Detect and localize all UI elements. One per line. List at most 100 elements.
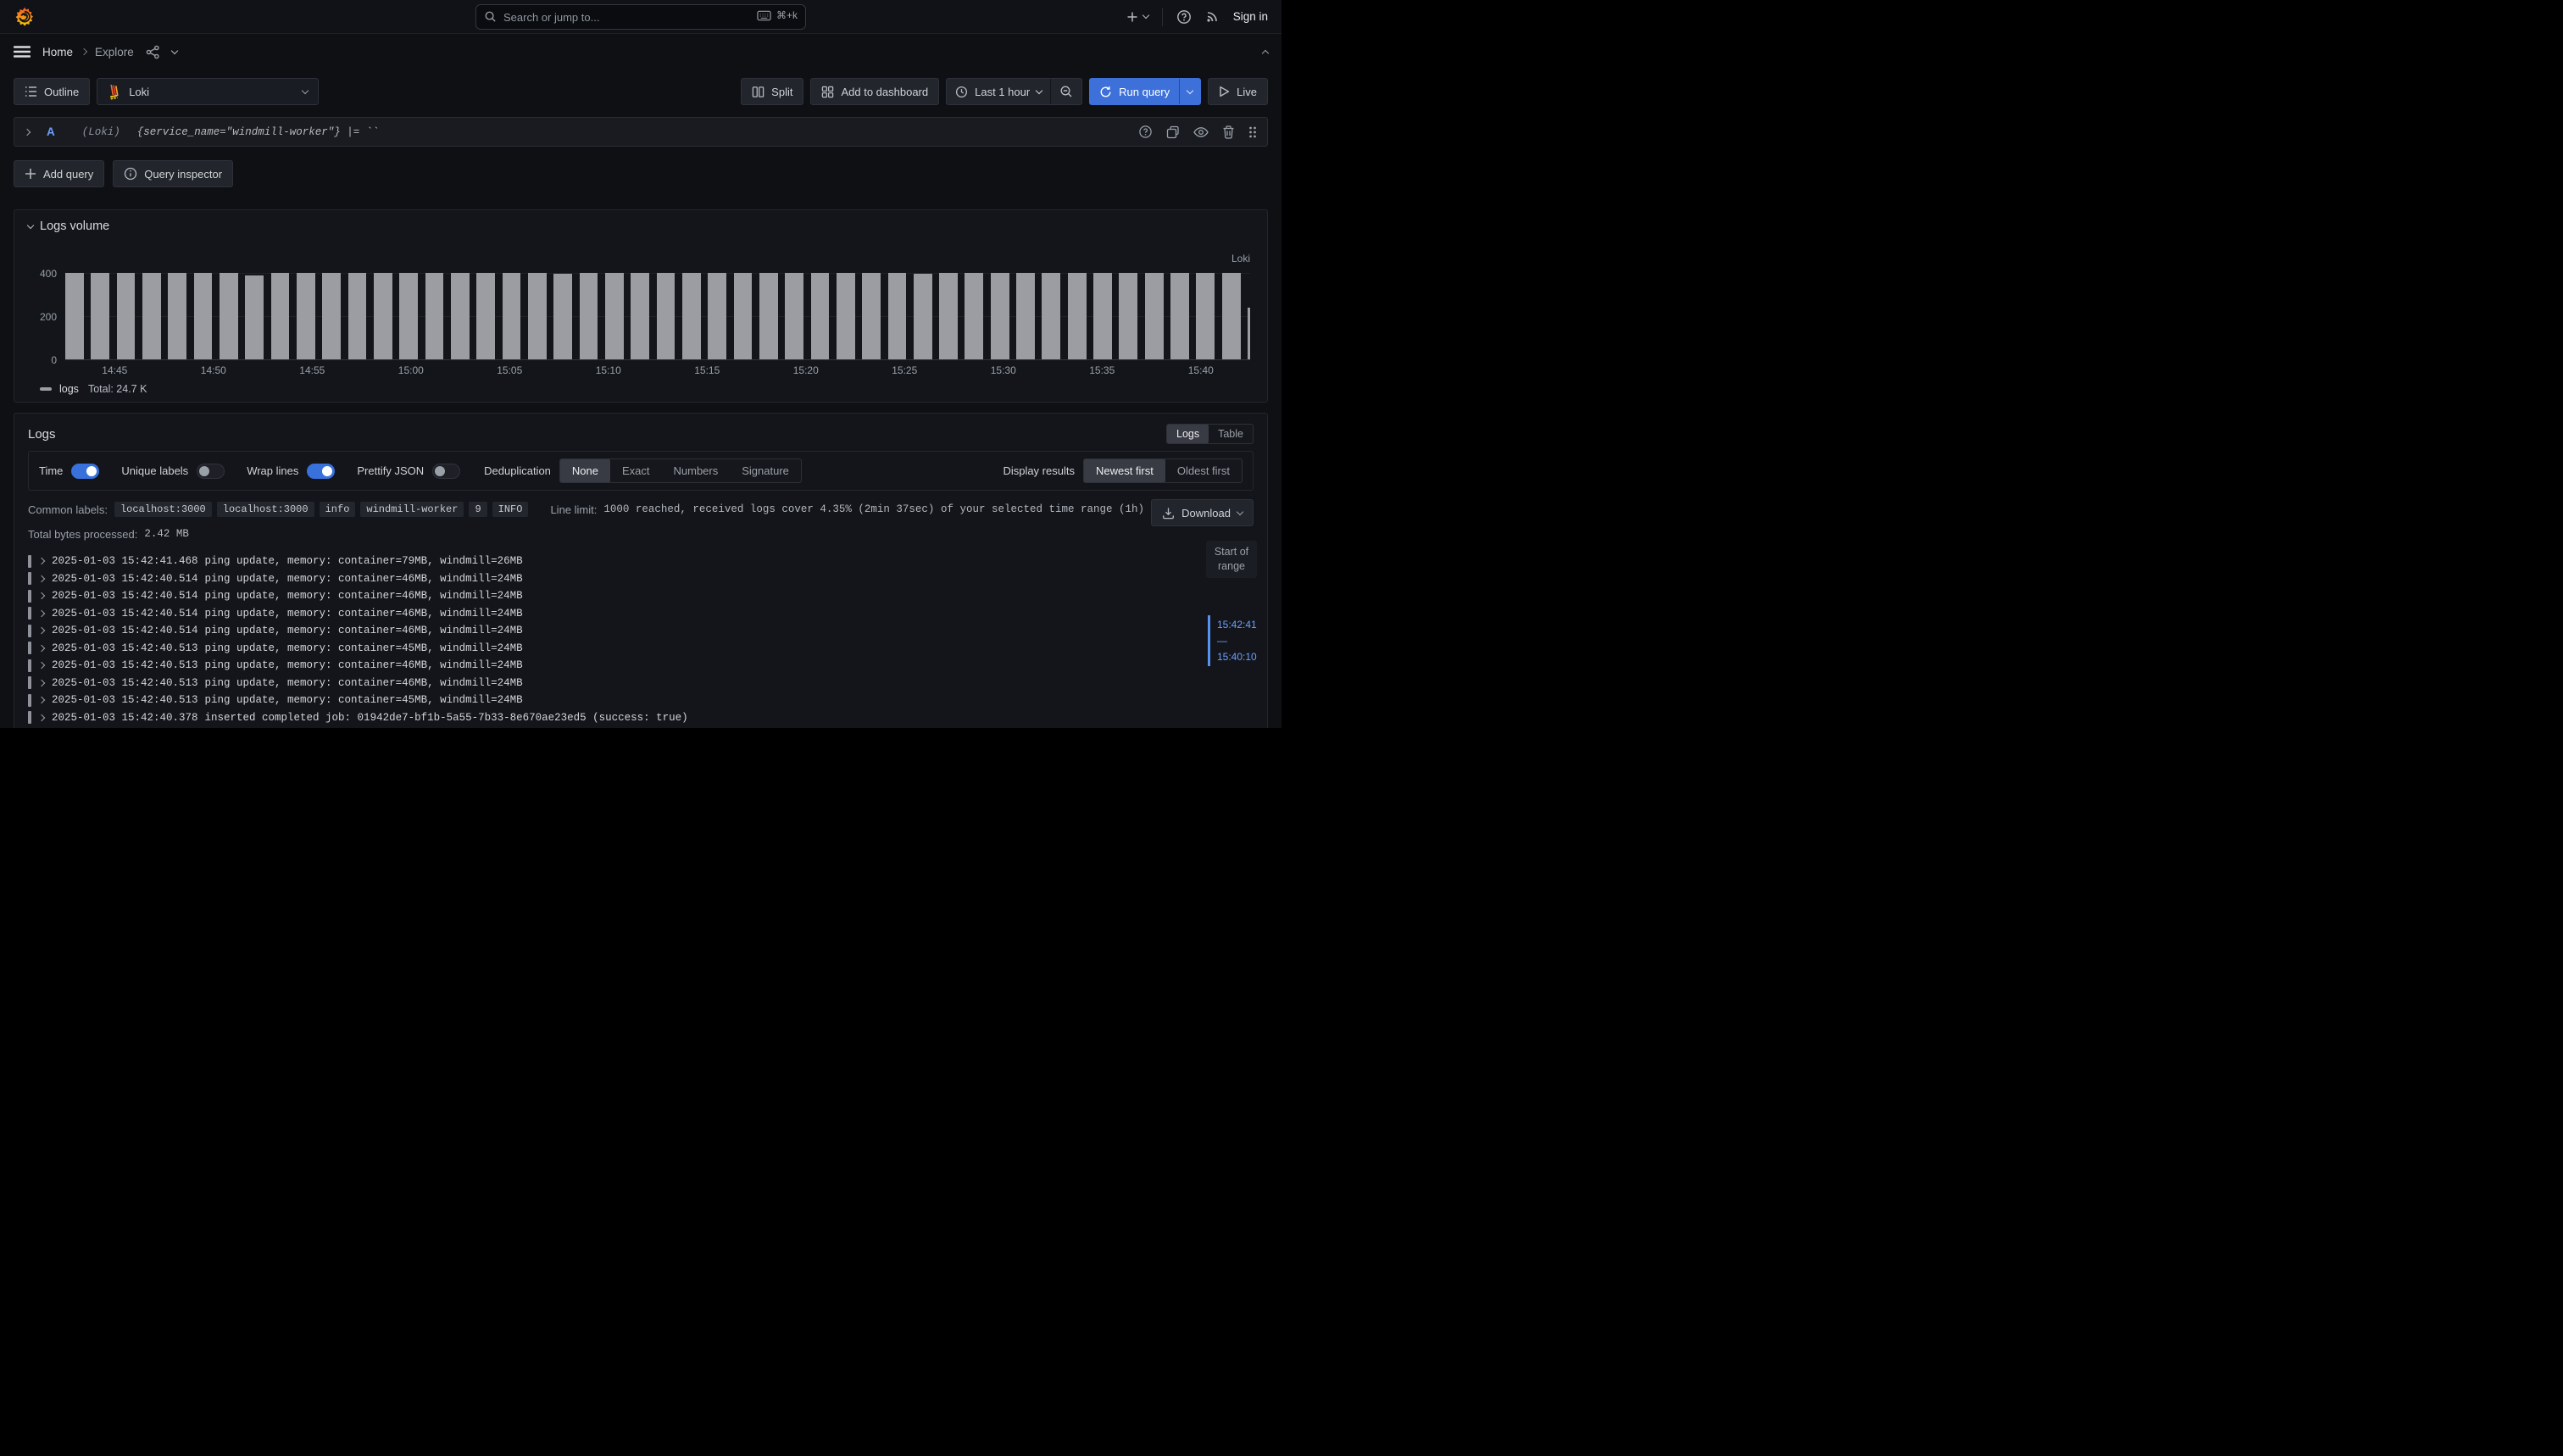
breadcrumb-explore[interactable]: Explore (95, 46, 134, 58)
x-axis-tick-label: 15:00 (398, 364, 424, 376)
run-query-options-button[interactable] (1179, 79, 1200, 104)
option-signature[interactable]: Signature (730, 459, 801, 482)
option-logs[interactable]: Logs (1167, 425, 1209, 443)
query-help-icon[interactable] (1138, 125, 1153, 139)
query-expression[interactable]: {service_name="windmill-worker"} |= `` (137, 126, 379, 138)
display-results-label: Display results (1003, 464, 1075, 477)
x-axis-baseline (65, 359, 1250, 360)
start-of-range-button[interactable]: Start of range (1206, 541, 1257, 578)
log-row[interactable]: 2025-01-03 15:42:40.513ping update, memo… (28, 657, 1254, 675)
log-level-indicator (28, 590, 31, 603)
option-newest-first[interactable]: Newest first (1084, 459, 1165, 482)
expand-log-icon[interactable] (38, 627, 45, 634)
expand-log-icon[interactable] (38, 558, 45, 564)
volume-bar (1016, 273, 1035, 359)
chevron-down-icon (1142, 12, 1148, 19)
volume-bar (297, 273, 315, 359)
split-button[interactable]: Split (741, 78, 803, 105)
option-none[interactable]: None (560, 459, 610, 482)
expand-log-icon[interactable] (38, 714, 45, 721)
live-button[interactable]: Live (1208, 78, 1268, 105)
log-row[interactable]: 2025-01-03 15:42:40.513ping update, memo… (28, 692, 1254, 709)
duplicate-query-icon[interactable] (1166, 125, 1180, 139)
chart-legend[interactable]: logs Total: 24.7 K (40, 383, 147, 395)
log-row[interactable]: 2025-01-03 15:42:40.371update flow statu… (28, 726, 1254, 728)
log-timestamp: 2025-01-03 15:42:40.378 (52, 712, 198, 724)
zoom-out-time-button[interactable] (1050, 79, 1081, 104)
share-options-button[interactable] (172, 51, 177, 53)
grafana-logo-icon[interactable] (14, 6, 36, 28)
log-row[interactable]: 2025-01-03 15:42:40.378 inserted complete… (28, 709, 1254, 727)
x-axis-tick-label: 15:05 (497, 364, 522, 376)
common-label-chip: localhost:3000 (217, 502, 314, 517)
global-search: ⌘+k (475, 4, 806, 30)
option-exact[interactable]: Exact (610, 459, 662, 482)
visible-range-indicator[interactable]: 15:42:41 — 15:40:10 (1208, 615, 1260, 666)
datasource-picker[interactable]: Loki (97, 78, 319, 105)
share-shortlink-button[interactable] (146, 45, 160, 59)
toggle-wrap-lines[interactable] (307, 464, 335, 479)
help-button[interactable] (1176, 9, 1192, 25)
legend-series-name[interactable]: logs (59, 383, 79, 395)
log-row[interactable]: 2025-01-03 15:42:40.514ping update, memo… (28, 570, 1254, 588)
expand-log-icon[interactable] (38, 680, 45, 686)
hide-response-eye-icon[interactable] (1193, 126, 1209, 138)
add-query-button[interactable]: Add query (14, 160, 104, 187)
expand-query-icon[interactable] (24, 128, 31, 135)
news-button[interactable] (1205, 9, 1220, 24)
log-message: inserted completed job: 01942de7-bf1b-5a… (205, 712, 688, 724)
collapse-pane-button[interactable] (1263, 48, 1268, 56)
outline-button[interactable]: Outline (14, 78, 90, 105)
volume-bar (914, 274, 932, 359)
log-row[interactable]: 2025-01-03 15:42:40.514ping update, memo… (28, 587, 1254, 605)
chart-plot-area (65, 273, 1250, 359)
volume-bar (580, 273, 598, 359)
option-numbers[interactable]: Numbers (662, 459, 731, 482)
log-row[interactable]: 2025-01-03 15:42:40.514ping update, memo… (28, 622, 1254, 640)
option-table[interactable]: Table (1209, 425, 1253, 443)
log-row[interactable]: 2025-01-03 15:42:40.513ping update, memo… (28, 640, 1254, 658)
line-limit: Line limit: 1000 reached, received logs … (550, 503, 1144, 516)
log-row[interactable]: 2025-01-03 15:42:40.514ping update, memo… (28, 605, 1254, 623)
volume-bar (451, 273, 470, 359)
remove-query-trash-icon[interactable] (1222, 125, 1235, 139)
log-message: ping update, memory: container=79MB, win… (205, 555, 523, 567)
toggle-unique-labels[interactable] (197, 464, 225, 479)
query-inspector-button[interactable]: Query inspector (113, 160, 233, 187)
x-axis-tick-label: 15:20 (793, 364, 819, 376)
volume-bar (503, 273, 521, 359)
download-button[interactable]: Download (1151, 499, 1254, 526)
time-range-button[interactable]: Last 1 hour (947, 79, 1050, 104)
volume-bar (65, 273, 84, 359)
expand-log-icon[interactable] (38, 697, 45, 703)
expand-log-icon[interactable] (38, 575, 45, 582)
breadcrumb-home[interactable]: Home (42, 46, 73, 58)
logs-volume-header[interactable]: Logs volume (28, 215, 1254, 237)
collapse-section-icon[interactable] (27, 221, 34, 228)
expand-log-icon[interactable] (38, 662, 45, 669)
log-row[interactable]: 2025-01-03 15:42:41.468ping update, memo… (28, 553, 1254, 570)
toggle-prettify-json[interactable] (432, 464, 460, 479)
add-to-dashboard-button[interactable]: Add to dashboard (810, 78, 939, 105)
mega-menu-button[interactable] (14, 45, 31, 58)
expand-log-icon[interactable] (38, 610, 45, 617)
log-timestamp: 2025-01-03 15:42:40.513 (52, 642, 198, 654)
log-level-indicator (28, 642, 31, 654)
log-level-indicator (28, 555, 31, 568)
volume-bar (1196, 273, 1215, 359)
option-oldest-first[interactable]: Oldest first (1165, 459, 1242, 482)
volume-bar (631, 273, 649, 359)
volume-bar (142, 273, 161, 359)
sign-in-button[interactable]: Sign in (1233, 10, 1268, 23)
new-menu-button[interactable] (1126, 10, 1148, 24)
expand-log-icon[interactable] (38, 592, 45, 599)
chevron-down-icon (171, 47, 178, 53)
run-query-button[interactable]: Run query (1090, 79, 1179, 104)
toggle-time[interactable] (71, 464, 99, 479)
drag-handle-icon[interactable] (1248, 125, 1257, 139)
expand-log-icon[interactable] (38, 645, 45, 652)
log-level-indicator (28, 625, 31, 637)
chevron-down-icon (1036, 86, 1042, 93)
log-row[interactable]: 2025-01-03 15:42:40.513ping update, memo… (28, 675, 1254, 692)
log-timestamp: 2025-01-03 15:42:40.513 (52, 694, 198, 706)
